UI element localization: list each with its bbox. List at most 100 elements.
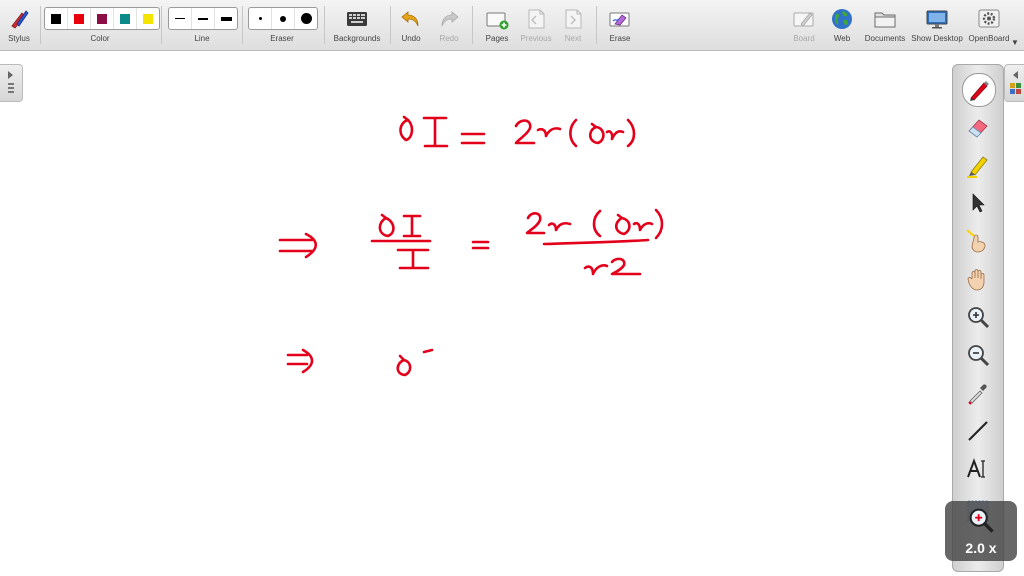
- stylus-button[interactable]: Stylus: [2, 4, 36, 48]
- text-icon: [967, 458, 985, 478]
- line-medium-option[interactable]: [192, 8, 215, 29]
- laser-pointer-tool[interactable]: [962, 225, 994, 257]
- gear-icon: [977, 7, 1001, 31]
- hand-tool[interactable]: [962, 263, 994, 295]
- line-thick-option[interactable]: [215, 8, 237, 29]
- erase-button[interactable]: Erase: [604, 4, 636, 48]
- zoom-in-icon: [968, 307, 990, 329]
- next-label: Next: [564, 34, 582, 43]
- line-tool[interactable]: [962, 415, 994, 447]
- eraser-group: Eraser: [248, 4, 318, 48]
- ink-implies-stroke-2: [286, 348, 314, 374]
- selector-tool[interactable]: [962, 187, 994, 219]
- web-button[interactable]: Web: [826, 4, 858, 48]
- zoom-level-text: 2.0 x: [965, 540, 997, 556]
- main-toolbar: Stylus Color Line Eraser Backgrounds Und…: [0, 0, 1024, 51]
- redo-label: Redo: [439, 34, 459, 43]
- zoom-in-tool[interactable]: [962, 301, 994, 333]
- globe-icon: [830, 7, 854, 31]
- erase-label: Erase: [609, 34, 631, 43]
- ink-delta-stroke-3: [378, 213, 395, 238]
- line-group: Line: [168, 4, 238, 48]
- right-panel-toggle[interactable]: [1004, 64, 1024, 102]
- separator: [242, 6, 243, 44]
- ink-line-1: [399, 115, 636, 148]
- stylus-palette: [952, 64, 1004, 572]
- swatch-red: [74, 13, 84, 24]
- next-button[interactable]: Next: [558, 4, 588, 48]
- ink-two-stroke: [514, 119, 536, 145]
- ink-implies-stroke: [278, 232, 318, 259]
- ink-dash-stroke: [422, 348, 434, 354]
- color-swatch-maroon[interactable]: [91, 8, 114, 29]
- expand-arrow-icon: [8, 71, 14, 93]
- pages-label: Pages: [485, 34, 509, 43]
- highlighter-tool[interactable]: [962, 149, 994, 181]
- swatch-yellow: [143, 13, 153, 24]
- board-icon: [792, 7, 816, 31]
- folder-icon: [873, 7, 897, 31]
- eraser-medium-icon: [280, 15, 286, 22]
- zoom-out-tool[interactable]: [962, 339, 994, 371]
- highlighter-icon: [967, 156, 988, 178]
- separator: [390, 6, 391, 44]
- board-button[interactable]: Board: [788, 4, 820, 48]
- text-tool[interactable]: [962, 453, 994, 485]
- line-medium-icon: [198, 17, 208, 20]
- selector-icon: [972, 193, 985, 213]
- pages-button[interactable]: Pages: [480, 4, 514, 48]
- ink-i-stroke-2: [402, 214, 422, 238]
- color-label: Color: [90, 34, 110, 43]
- laser-pointer-icon: [966, 229, 986, 253]
- monitor-icon: [925, 7, 949, 31]
- eraser-size-options: [248, 7, 318, 30]
- redo-icon: [437, 7, 461, 31]
- ink-r-stroke-4: [632, 221, 654, 232]
- left-panel-toggle[interactable]: [0, 64, 23, 102]
- ink-delta-stroke-5: [396, 354, 412, 377]
- color-picker-tool[interactable]: [962, 377, 994, 409]
- redo-button[interactable]: Redo: [434, 4, 464, 48]
- color-group: Color: [44, 4, 160, 48]
- documents-button[interactable]: Documents: [862, 4, 908, 48]
- eraser-medium-option[interactable]: [272, 8, 295, 29]
- previous-label: Previous: [520, 34, 552, 43]
- color-palette: [44, 7, 160, 30]
- ink-r-stroke: [536, 127, 562, 138]
- eraser-small-option[interactable]: [249, 8, 272, 29]
- ink-paren-open-stroke: [569, 118, 578, 148]
- ink-paren-close-stroke: [626, 118, 636, 148]
- eraser-small-icon: [258, 17, 262, 20]
- color-swatch-red[interactable]: [68, 8, 91, 29]
- previous-button[interactable]: Previous: [518, 4, 554, 48]
- magnifier-icon: [969, 508, 994, 533]
- ink-r-stroke-3: [547, 221, 572, 232]
- line-thin-option[interactable]: [169, 8, 192, 29]
- color-swatch-yellow[interactable]: [137, 8, 159, 29]
- eraser-tool[interactable]: [962, 111, 994, 143]
- pen-tool[interactable]: [962, 73, 996, 107]
- separator: [161, 6, 162, 44]
- color-picker-icon: [968, 384, 987, 405]
- zoom-indicator: 2.0 x: [945, 501, 1017, 561]
- board-label: Board: [793, 34, 815, 43]
- whiteboard-canvas[interactable]: [0, 0, 1024, 576]
- ink-paren-close-stroke-2: [654, 208, 664, 240]
- eraser-large-option[interactable]: [295, 8, 317, 29]
- separator: [40, 6, 41, 44]
- separator: [324, 6, 325, 44]
- backgrounds-button[interactable]: Backgrounds: [330, 4, 384, 48]
- toolbar-menu-arrow-icon[interactable]: ▼: [1011, 38, 1019, 47]
- color-swatch-black[interactable]: [45, 8, 68, 29]
- show-desktop-button[interactable]: Show Desktop: [910, 4, 964, 48]
- collapse-arrow-icon: [1010, 71, 1021, 94]
- color-swatch-teal[interactable]: [114, 8, 137, 29]
- undo-button[interactable]: Undo: [396, 4, 426, 48]
- line-thick-icon: [220, 16, 232, 21]
- zoom-out-icon: [968, 345, 990, 367]
- stylus-icon: [7, 7, 31, 31]
- openboard-button[interactable]: OpenBoard: [966, 4, 1012, 48]
- ink-i-stroke-3: [396, 248, 430, 270]
- ink-equals-stroke-2: [471, 240, 490, 250]
- erase-board-icon: [608, 7, 632, 31]
